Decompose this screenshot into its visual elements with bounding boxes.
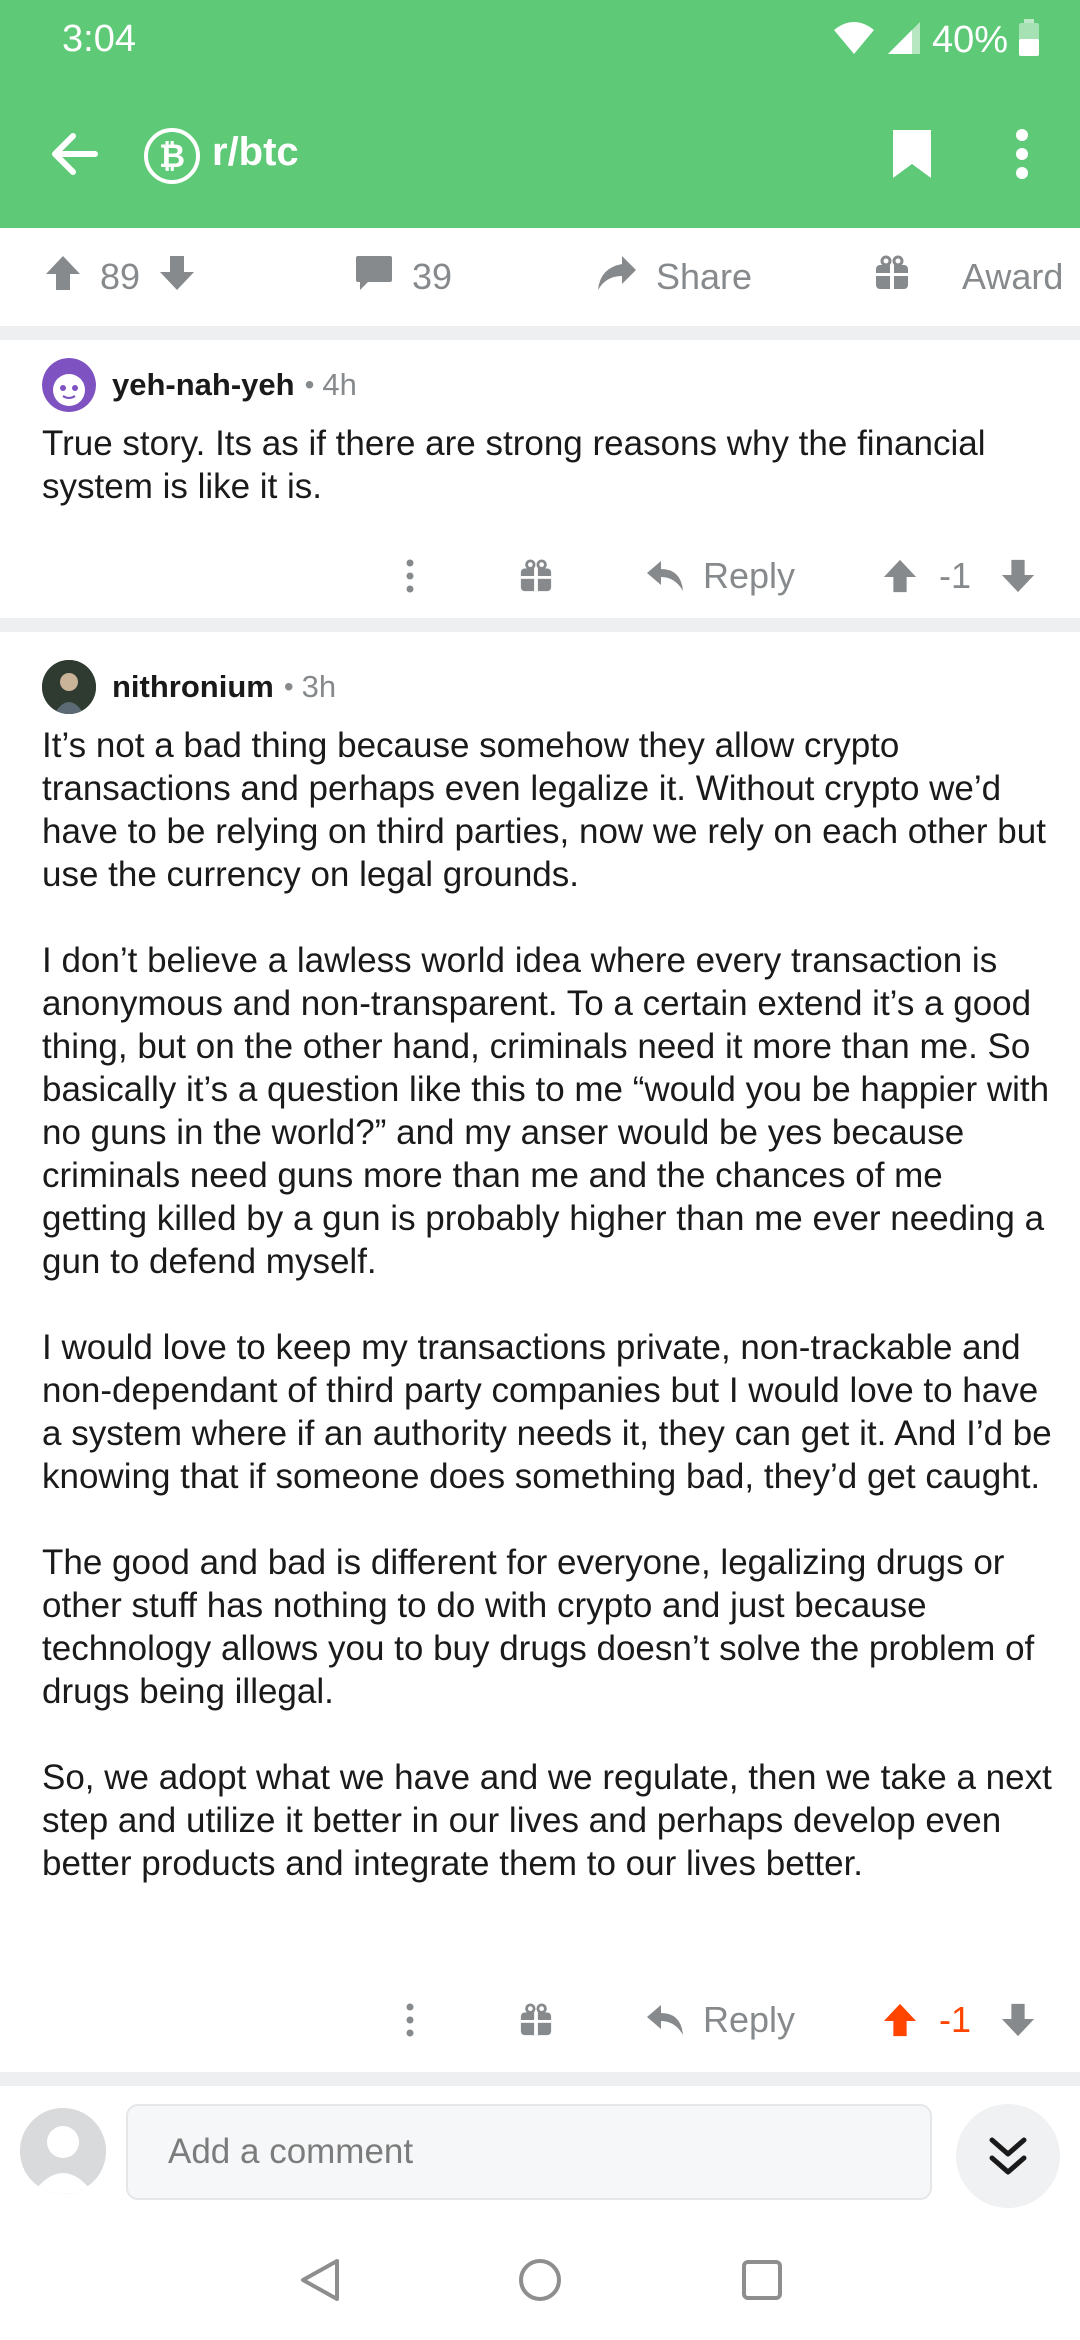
comment-paragraph: The good and bad is different for everyo… [42,1543,1035,1711]
bitcoin-icon: ₿ [158,137,186,174]
upvote-arrow-icon[interactable] [44,254,82,301]
more-options-button[interactable] [990,122,1054,186]
comment-actions: Reply -1 [0,536,1080,616]
comment-score: -1 [938,555,971,596]
add-comment-input[interactable]: Add a comment [126,2104,932,2200]
collapse-comments-button[interactable] [956,2104,1060,2208]
downvote-arrow-icon[interactable] [158,254,196,301]
reply-label: Reply [702,1999,796,2040]
reply-arrow-icon [646,561,683,591]
upvote-arrow-icon [883,559,917,593]
comments-button[interactable]: 39 [354,228,452,326]
bookmark-icon [893,130,931,178]
comment-bubble-icon [354,254,394,301]
comment-score-wrap: -1 [934,536,976,616]
share-arrow-icon [596,254,638,301]
post-action-bar: 89 39 Share Award [0,228,1080,326]
divider [0,326,1080,340]
upvote-arrow-icon [883,2003,917,2037]
reply-label: Reply [702,555,796,596]
reply-button[interactable]: Reply [640,1980,800,2060]
user-avatar [20,2108,106,2194]
comment-actions: Reply -1 [0,1980,1080,2060]
bookmark-button[interactable] [880,122,944,186]
comment-score: -1 [938,1999,971,2040]
comment-paragraph: True story. Its as if there are strong r… [42,424,986,506]
downvote-arrow-icon [1001,559,1035,593]
subreddit-name[interactable]: r/btc [212,130,299,175]
comment: yeh-nah-yeh • 4h True story. Its as if t… [0,340,1080,618]
battery-percent: 40% [931,18,1008,61]
post-vote-group: 89 [44,228,196,326]
battery-icon [1018,18,1040,62]
share-label: Share [656,256,753,297]
downvote-button[interactable] [996,1980,1040,2060]
comment-age: 4h [322,367,357,402]
triangle-back-icon [301,2259,339,2301]
comment-header: nithronium • 3h [42,660,336,714]
comment-paragraph: I would love to keep my transactions pri… [42,1328,1052,1496]
nav-home-button[interactable] [508,2248,572,2312]
comment-author[interactable]: nithronium [112,669,274,705]
app-header: 3:04 40% ₿ r/btc [0,0,1080,228]
nav-back-button[interactable] [288,2248,352,2312]
reply-button[interactable]: Reply [640,536,800,616]
separator-dot: • [283,671,294,702]
divider [0,2072,1080,2084]
separator-dot: • [304,369,315,400]
comment-body: True story. Its as if there are strong r… [42,422,1052,508]
comment: nithronium • 3h It’s not a bad thing bec… [0,632,1080,2072]
comment-paragraph: I don’t believe a lawless world idea whe… [42,941,1050,1281]
status-bar: 3:04 40% [0,0,1080,80]
signal-icon [886,20,922,61]
double-chevron-down-icon [989,2137,1027,2175]
status-icons: 40% [832,14,1040,66]
subreddit-icon[interactable]: ₿ [144,128,200,184]
system-nav-bar [0,2220,1080,2340]
comment-age: 3h [301,669,337,704]
comment-count: 39 [412,256,453,297]
downvote-button[interactable] [996,536,1040,616]
nav-recents-button[interactable] [730,2248,794,2312]
avatar[interactable] [42,358,96,412]
comment-award-button[interactable] [506,1980,566,2060]
comment-score-wrap: -1 [934,1980,976,2060]
more-vertical-icon [1016,129,1028,179]
gift-icon [520,559,552,592]
comment-award-button[interactable] [506,536,566,616]
divider [0,618,1080,632]
back-arrow-icon [52,133,98,175]
share-button[interactable]: Share [596,228,752,326]
comment-more-button[interactable] [380,1980,440,2060]
back-button[interactable] [42,122,106,186]
comment-more-button[interactable] [380,536,440,616]
app-bar: ₿ r/btc [0,100,1080,210]
circle-home-icon [519,2259,561,2301]
add-comment-placeholder: Add a comment [168,2132,414,2171]
square-recents-icon [742,2260,782,2300]
award-button[interactable]: Award [874,228,1063,326]
more-vertical-icon [406,2003,414,2037]
post-score: 89 [100,256,141,297]
downvote-arrow-icon [1001,2003,1035,2037]
upvote-button[interactable] [878,536,922,616]
more-vertical-icon [406,559,414,593]
comment-author[interactable]: yeh-nah-yeh [112,367,295,403]
gift-icon [520,2003,552,2036]
avatar[interactable] [42,660,96,714]
wifi-icon [832,20,876,61]
status-time: 3:04 [62,18,136,60]
reply-arrow-icon [646,2005,683,2035]
gift-icon [874,255,910,300]
award-label: Award [962,256,1064,297]
comment-body: It’s not a bad thing because somehow the… [42,724,1052,1885]
comment-header: yeh-nah-yeh • 4h [42,358,357,412]
comment-paragraph: It’s not a bad thing because somehow the… [42,726,1046,894]
upvote-button[interactable] [878,1980,922,2060]
add-comment-bar: Add a comment [0,2084,1080,2220]
comment-paragraph: So, we adopt what we have and we regulat… [42,1758,1052,1883]
